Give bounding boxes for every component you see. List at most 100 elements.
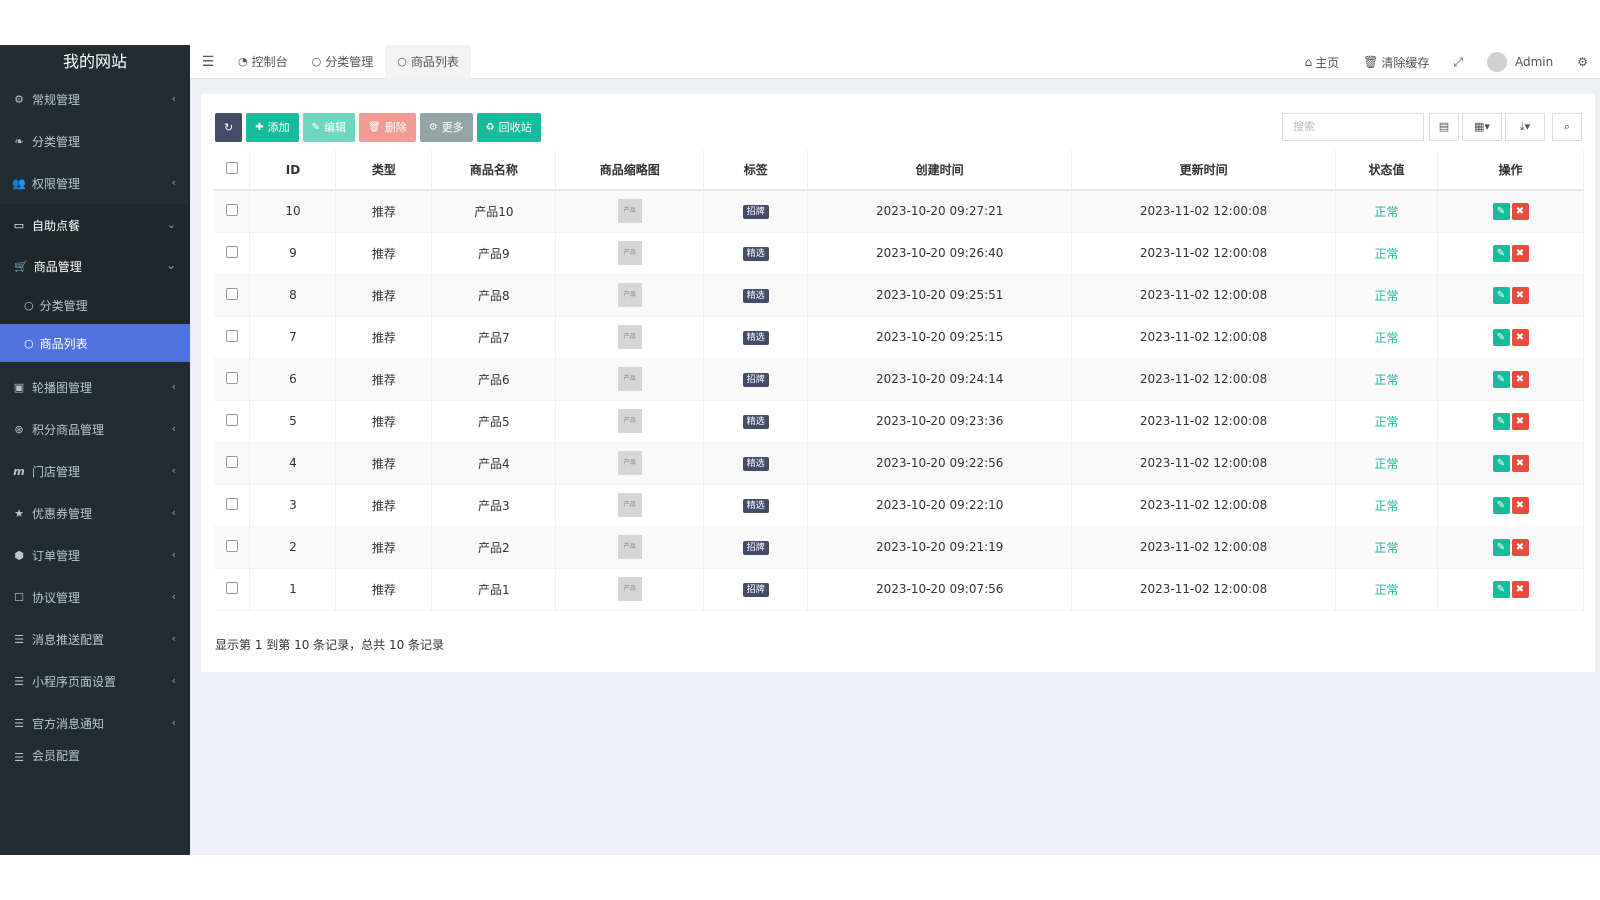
thumbnail-image[interactable]: 产品 [617,409,642,433]
sidebar-item-store[interactable]: m 门店管理 ‹ [0,450,190,492]
row-checkbox[interactable] [225,455,238,468]
select-all-checkbox[interactable] [225,162,238,174]
row-edit-button[interactable]: ✎ [1492,328,1510,346]
table-row[interactable]: 1 推荐 产品1 产品 招牌 2023-10-20 09:07:56 2023-11-02 … [214,568,1584,611]
row-edit-button[interactable]: ✎ [1492,538,1510,556]
status-badge[interactable]: 正常 [1375,289,1399,303]
search-input[interactable]: 搜索 [1282,113,1424,141]
row-checkbox[interactable] [225,329,238,342]
row-checkbox[interactable] [225,245,238,258]
thumbnail-image[interactable]: 产品 [617,241,642,265]
export-button[interactable]: ⤓▾ [1505,113,1545,141]
sidebar-item-points-goods[interactable]: ⊛ 积分商品管理 ‹ [0,408,190,450]
row-checkbox[interactable] [225,287,238,300]
site-logo[interactable]: 我的网站 [0,45,190,78]
sidebar-item-product-list[interactable]: ○ 商品列表 [0,324,190,362]
row-edit-button[interactable]: ✎ [1492,286,1510,304]
row-edit-button[interactable]: ✎ [1492,370,1510,388]
row-checkbox[interactable] [225,497,238,510]
menu-toggle-icon[interactable]: ☰ [190,54,226,70]
table-row[interactable]: 9 推荐 产品9 产品 精选 2023-10-20 09:26:40 2023-11-02 … [214,232,1584,275]
more-button[interactable]: ⚙ 更多 [419,113,473,142]
col-header[interactable]: 状态值 [1335,150,1438,191]
table-row[interactable]: 8 推荐 产品8 产品 精选 2023-10-20 09:25:51 2023-11-02 … [214,274,1584,317]
table-row[interactable]: 5 推荐 产品5 产品 精选 2023-10-20 09:23:36 2023-11-02 … [214,400,1584,443]
table-row[interactable]: 7 推荐 产品7 产品 精选 2023-10-20 09:25:15 2023-11-02 … [214,316,1584,359]
recycle-bin-button[interactable]: ♻ 回收站 [476,113,541,142]
columns-button[interactable]: ▦▾ [1462,113,1502,141]
toggle-view-button[interactable]: ▤ [1429,113,1459,141]
fullscreen-button[interactable]: ⤢ [1441,55,1475,70]
sidebar-item-push-config[interactable]: ☰ 消息推送配置 ‹ [0,618,190,660]
sidebar-item-general[interactable]: ⚙ 常规管理 ‹ [0,78,190,120]
home-link[interactable]: ⌂ 主页 [1292,54,1351,71]
status-badge[interactable]: 正常 [1375,247,1399,261]
row-delete-button[interactable]: ✖ [1511,244,1529,262]
settings-button[interactable]: ⚙ [1565,55,1600,69]
thumbnail-image[interactable]: 产品 [617,367,642,391]
sidebar-item-member-config[interactable]: ☰ 会员配置 [0,744,190,764]
row-edit-button[interactable]: ✎ [1492,202,1510,220]
sidebar-item-agreement[interactable]: ☐ 协议管理 ‹ [0,576,190,618]
clear-cache-button[interactable]: 🗑 清除缓存 [1351,54,1441,71]
table-row[interactable]: 3 推荐 产品3 产品 精选 2023-10-20 09:22:10 2023-11-02 … [214,484,1584,527]
row-checkbox[interactable] [225,581,238,594]
col-header[interactable]: 商品名称 [431,150,557,191]
row-delete-button[interactable]: ✖ [1511,286,1529,304]
status-badge[interactable]: 正常 [1375,331,1399,345]
status-badge[interactable]: 正常 [1375,457,1399,471]
row-delete-button[interactable]: ✖ [1511,580,1529,598]
row-delete-button[interactable]: ✖ [1511,538,1529,556]
row-delete-button[interactable]: ✖ [1511,328,1529,346]
row-checkbox[interactable] [225,203,238,216]
thumbnail-image[interactable]: 产品 [617,325,642,349]
search-button[interactable]: ⌕ [1552,113,1582,141]
sidebar-item-product-mgmt[interactable]: 🛒 商品管理 ⌄ [0,246,190,286]
table-row[interactable]: 10 推荐 产品10 产品 招牌 2023-10-20 09:27:21 2023-11-0… [214,190,1584,233]
refresh-button[interactable]: ↻ [215,113,243,142]
thumbnail-image[interactable]: 产品 [617,535,642,559]
row-edit-button[interactable]: ✎ [1492,412,1510,430]
sidebar-item-permission[interactable]: 👥 权限管理 ‹ [0,162,190,204]
row-edit-button[interactable]: ✎ [1492,454,1510,472]
tab-product-list[interactable]: ○ 商品列表 [385,44,471,79]
row-checkbox[interactable] [225,371,238,384]
row-checkbox[interactable] [225,539,238,552]
user-menu[interactable]: Admin [1475,52,1565,72]
col-header[interactable]: 创建时间 [807,150,1073,191]
col-header[interactable]: 类型 [335,150,433,191]
table-row[interactable]: 6 推荐 产品6 产品 招牌 2023-10-20 09:24:14 2023-11-02 … [214,358,1584,401]
row-delete-button[interactable]: ✖ [1511,412,1529,430]
thumbnail-image[interactable]: 产品 [617,493,642,517]
sidebar-item-banner[interactable]: ▣ 轮播图管理 ‹ [0,366,190,408]
tab-dashboard[interactable]: ◔ 控制台 [226,45,300,79]
tab-category[interactable]: ○ 分类管理 [300,45,386,79]
add-button[interactable]: ✚ 添加 [246,113,299,142]
col-header[interactable]: ID [249,150,337,191]
status-badge[interactable]: 正常 [1375,583,1399,597]
thumbnail-image[interactable]: 产品 [617,451,642,475]
sidebar-item-category[interactable]: ❧ 分类管理 [0,120,190,162]
col-header[interactable]: 商品缩略图 [555,150,705,191]
status-badge[interactable]: 正常 [1375,541,1399,555]
status-badge[interactable]: 正常 [1375,373,1399,387]
sidebar-item-official-notice[interactable]: ☰ 官方消息通知 ‹ [0,702,190,744]
thumbnail-image[interactable]: 产品 [617,283,642,307]
col-header[interactable]: 标签 [703,150,809,191]
col-header[interactable]: 更新时间 [1071,150,1337,191]
sidebar-item-order[interactable]: ⬢ 订单管理 ‹ [0,534,190,576]
row-edit-button[interactable]: ✎ [1492,496,1510,514]
status-badge[interactable]: 正常 [1375,415,1399,429]
table-row[interactable]: 2 推荐 产品2 产品 招牌 2023-10-20 09:21:19 2023-11-02 … [214,526,1584,569]
status-badge[interactable]: 正常 [1375,205,1399,219]
thumbnail-image[interactable]: 产品 [617,577,642,601]
row-delete-button[interactable]: ✖ [1511,454,1529,472]
edit-button[interactable]: ✎ 编辑 [302,113,355,142]
row-delete-button[interactable]: ✖ [1511,496,1529,514]
sidebar-item-miniprogram[interactable]: ☰ 小程序页面设置 ‹ [0,660,190,702]
row-edit-button[interactable]: ✎ [1492,580,1510,598]
row-delete-button[interactable]: ✖ [1511,370,1529,388]
sidebar-item-self-order[interactable]: ▭ 自助点餐 ⌄ [0,204,190,246]
row-checkbox[interactable] [225,413,238,426]
table-row[interactable]: 4 推荐 产品4 产品 精选 2023-10-20 09:22:56 2023-11-02 … [214,442,1584,485]
